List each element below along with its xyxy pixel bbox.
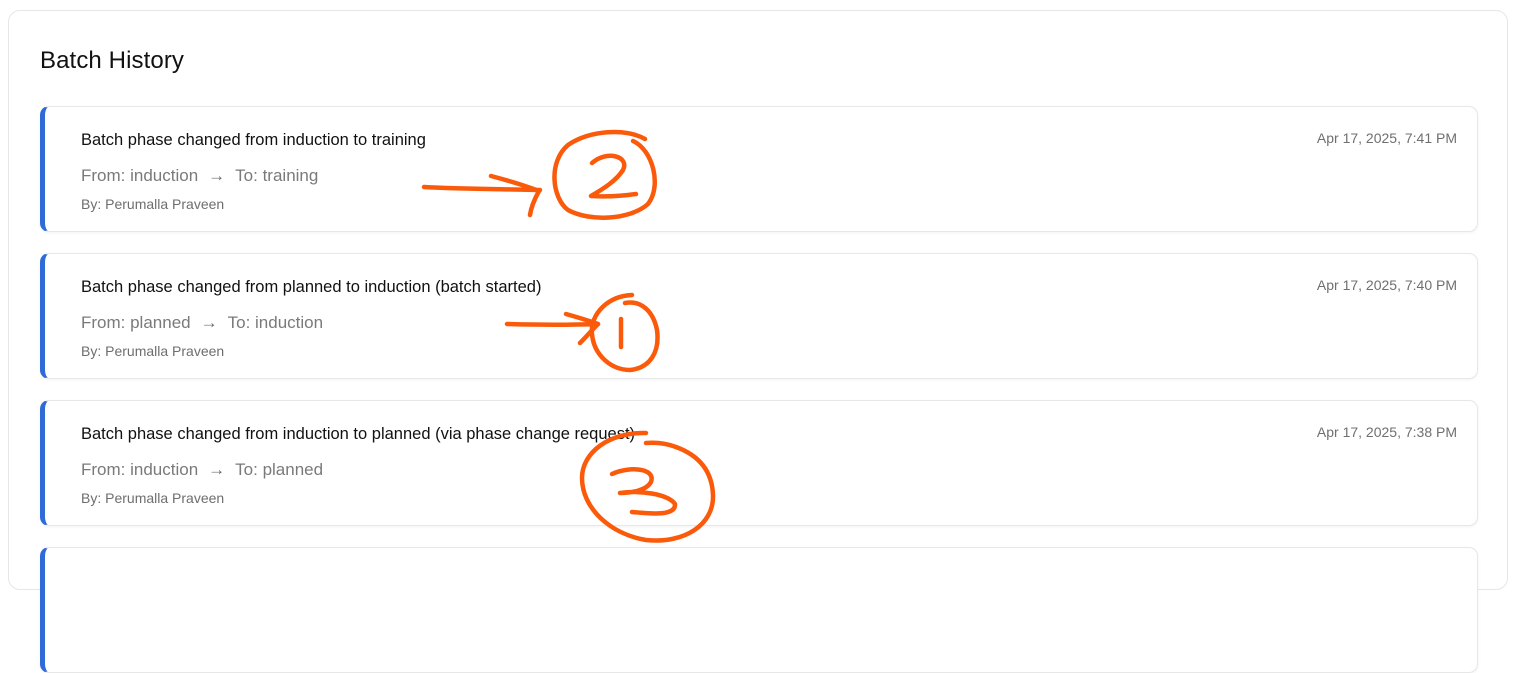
entry-timestamp: Apr 17, 2025, 7:40 PM xyxy=(1316,277,1457,293)
from-phase: From: planned xyxy=(81,313,191,332)
entry-timestamp: Apr 17, 2025, 7:38 PM xyxy=(1316,424,1457,440)
entry-title: Batch phase changed from planned to indu… xyxy=(81,278,542,296)
panel-title: Batch History xyxy=(40,47,185,74)
from-phase: From: induction xyxy=(81,166,199,185)
history-entry: Batch phase changed from induction to tr… xyxy=(40,106,1478,232)
entry-author: By: Perumalla Praveen xyxy=(81,490,225,506)
batch-history-panel: Batch History Batch phase changed from i… xyxy=(8,10,1508,673)
entry-author: By: Perumalla Praveen xyxy=(81,196,225,212)
from-phase: From: induction xyxy=(81,460,199,479)
to-phase: To: induction xyxy=(227,313,324,332)
to-phase: To: training xyxy=(235,166,319,185)
entry-phase-change: From: induction → To: planned xyxy=(81,460,323,480)
history-entry-partial xyxy=(40,547,1478,673)
entry-phase-change: From: planned → To: induction xyxy=(81,313,323,333)
entry-title: Batch phase changed from induction to tr… xyxy=(81,131,426,149)
entry-author: By: Perumalla Praveen xyxy=(81,343,225,359)
history-entry: Batch phase changed from induction to pl… xyxy=(40,400,1478,526)
arrow-right-icon: → xyxy=(208,460,226,479)
to-phase: To: planned xyxy=(235,460,324,479)
entry-timestamp: Apr 17, 2025, 7:41 PM xyxy=(1316,130,1457,146)
entry-title: Batch phase changed from induction to pl… xyxy=(81,425,636,443)
entry-phase-change: From: induction → To: training xyxy=(81,166,318,186)
arrow-right-icon: → xyxy=(200,313,218,332)
history-entry: Batch phase changed from planned to indu… xyxy=(40,253,1478,379)
arrow-right-icon: → xyxy=(208,166,226,185)
